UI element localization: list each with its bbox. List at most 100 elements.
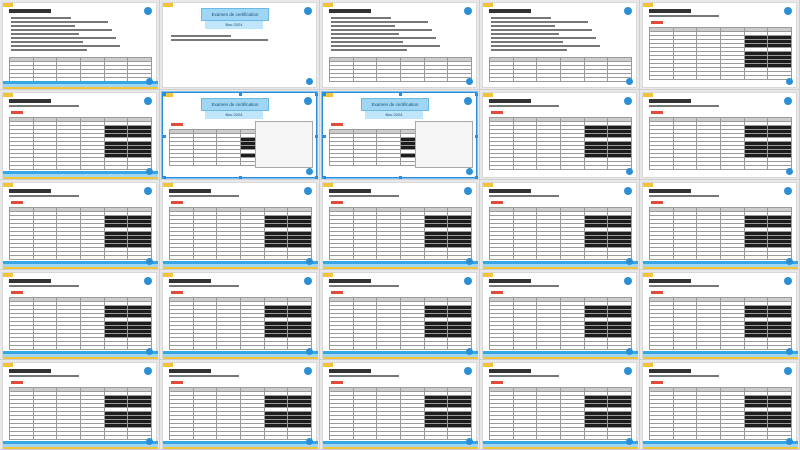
document-page[interactable] [482,182,638,269]
page-thumbnail[interactable] [0,0,160,90]
selection-handle[interactable] [315,93,318,96]
page-thumbnail[interactable] [640,270,800,360]
page-table [169,387,312,440]
document-page[interactable] [482,2,637,88]
document-page[interactable] [642,182,798,269]
selection-handle[interactable] [323,176,326,179]
selection-handle[interactable] [323,93,326,96]
section-marker [491,381,503,384]
exam-title-box: Examen de certification [201,98,269,111]
page-thumbnail[interactable] [0,90,160,180]
selection-handle[interactable] [475,135,478,138]
document-page[interactable] [322,2,477,88]
section-marker [11,381,23,384]
page-thumbnail[interactable] [160,180,320,270]
document-page[interactable] [2,362,158,449]
page-heading [489,279,531,283]
page-thumbnail[interactable] [480,0,640,90]
document-page[interactable]: Examen de certification Bac 2024 [162,92,318,179]
selection-handle[interactable] [163,93,166,96]
document-page[interactable] [642,2,797,88]
section-marker [651,291,663,294]
selection-handle[interactable] [315,135,318,138]
page-thumbnail[interactable] [480,180,640,270]
selection-handle[interactable] [163,135,166,138]
selection-handle[interactable] [323,135,326,138]
document-page[interactable] [322,182,478,269]
page-thumbnail[interactable] [640,180,800,270]
selection-handle[interactable] [399,176,402,179]
selection-handle[interactable] [239,176,242,179]
page-number-icon [626,258,633,265]
page-thumbnail[interactable] [320,180,480,270]
selection-handle[interactable] [239,93,242,96]
corner-badge-icon [784,277,792,285]
page-table [9,387,152,440]
text-line [11,29,112,31]
document-page[interactable] [642,362,798,449]
document-page[interactable] [2,272,158,359]
page-thumbnail[interactable] [160,360,320,450]
page-thumbnail[interactable] [640,90,800,180]
page-thumbnail[interactable] [160,270,320,360]
page-table [489,207,632,260]
page-thumbnail[interactable] [320,0,480,90]
document-page[interactable] [482,92,637,178]
document-page[interactable] [2,182,158,269]
page-thumbnail[interactable]: Examen de certification Bac 2024 [160,0,320,90]
page-subheading [649,15,719,17]
page-heading [9,279,51,283]
section-marker [651,201,663,204]
page-subheading [9,285,79,287]
document-page[interactable]: Examen de certification Bac 2024 [162,2,317,88]
document-page[interactable] [162,362,318,449]
page-heading [649,99,691,103]
page-thumbnail[interactable] [480,90,640,180]
corner-badge-icon [464,367,472,375]
selection-handle[interactable] [475,176,478,179]
section-marker [171,381,183,384]
page-thumbnail[interactable]: Examen de certification Bac 2024 [320,90,480,180]
page-tag [643,183,653,187]
page-thumbnail[interactable] [0,270,160,360]
page-thumbnail[interactable] [640,360,800,450]
selection-handle[interactable] [315,176,318,179]
document-page[interactable] [482,272,638,359]
document-page[interactable] [2,92,158,179]
document-page[interactable] [322,272,478,359]
page-table [169,207,312,260]
document-page[interactable] [642,272,798,359]
corner-badge-icon [624,367,632,375]
page-thumbnail[interactable] [480,360,640,450]
page-thumbnail[interactable] [640,0,800,90]
page-thumbnail[interactable] [0,360,160,450]
text-line [331,49,407,51]
page-thumbnail[interactable] [0,180,160,270]
page-thumbnail[interactable] [480,270,640,360]
text-line [491,25,555,27]
page-subheading [649,105,719,107]
document-page[interactable] [162,182,318,269]
page-table [169,297,312,350]
page-heading [9,9,51,13]
document-page[interactable] [322,362,478,449]
text-line [491,17,551,19]
page-subheading [649,285,719,287]
document-page[interactable] [162,272,318,359]
selection-handle[interactable] [399,93,402,96]
text-line [491,33,559,35]
selection-handle[interactable] [163,176,166,179]
page-heading [329,9,371,13]
document-page[interactable] [482,362,638,449]
page-heading [329,279,371,283]
document-page[interactable] [2,2,158,89]
page-thumbnail[interactable] [320,360,480,450]
page-thumbnail[interactable]: Examen de certification Bac 2024 [160,90,320,180]
document-page[interactable]: Examen de certification Bac 2024 [322,92,478,179]
page-heading [649,369,691,373]
selection-handle[interactable] [475,93,478,96]
page-tag [643,363,653,367]
document-page[interactable] [642,92,797,178]
page-thumbnail[interactable] [320,270,480,360]
page-tag [3,183,13,187]
